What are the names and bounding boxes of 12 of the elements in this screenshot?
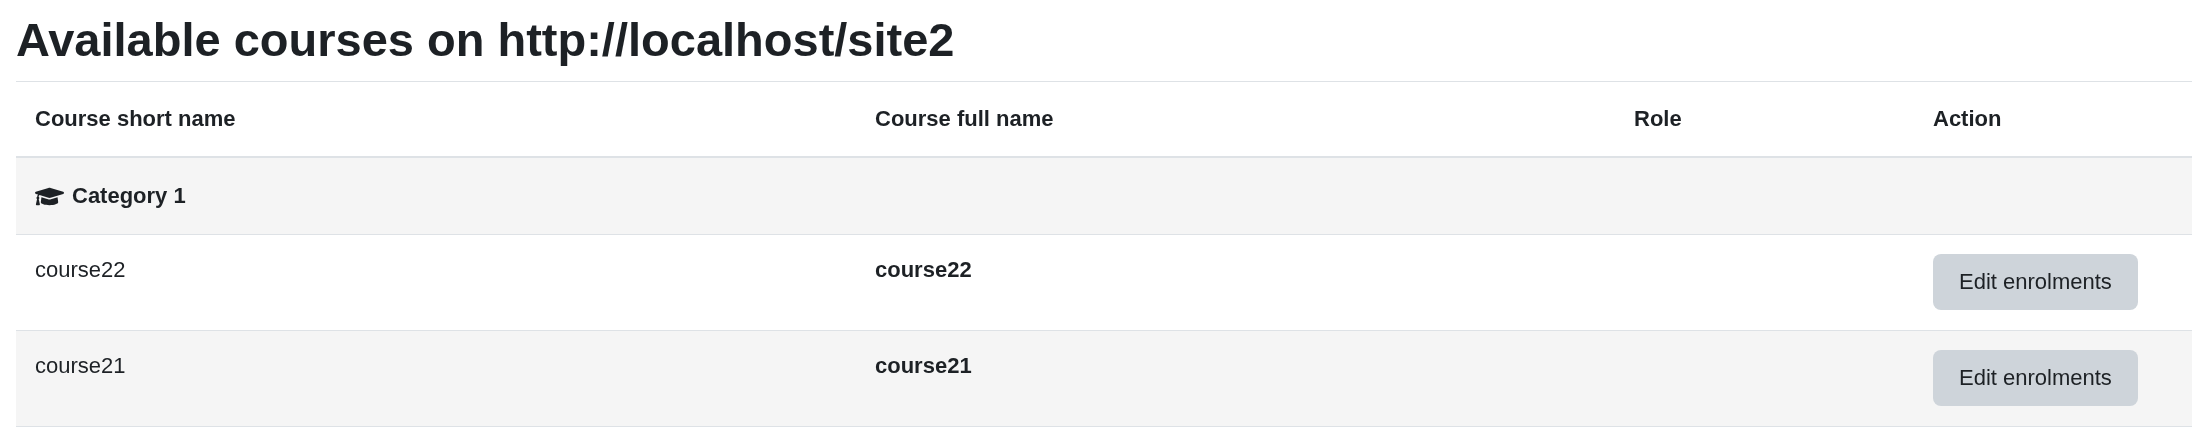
edit-enrolments-button[interactable]: Edit enrolments xyxy=(1933,254,2138,310)
column-header: Course short name xyxy=(35,106,236,132)
course-full-name: course22 xyxy=(875,257,972,282)
column-header: Role xyxy=(1634,106,1682,132)
category-name: Category 1 xyxy=(72,183,186,209)
column-header: Course full name xyxy=(875,106,1054,132)
column-header: Action xyxy=(1933,106,2002,132)
course-full-name: course21 xyxy=(875,353,972,378)
course-short-name: course21 xyxy=(35,353,126,378)
edit-enrolments-button[interactable]: Edit enrolments xyxy=(1933,350,2138,406)
page-title: Available courses on http://localhost/site2 xyxy=(16,12,956,68)
course-short-name: course22 xyxy=(35,257,126,282)
